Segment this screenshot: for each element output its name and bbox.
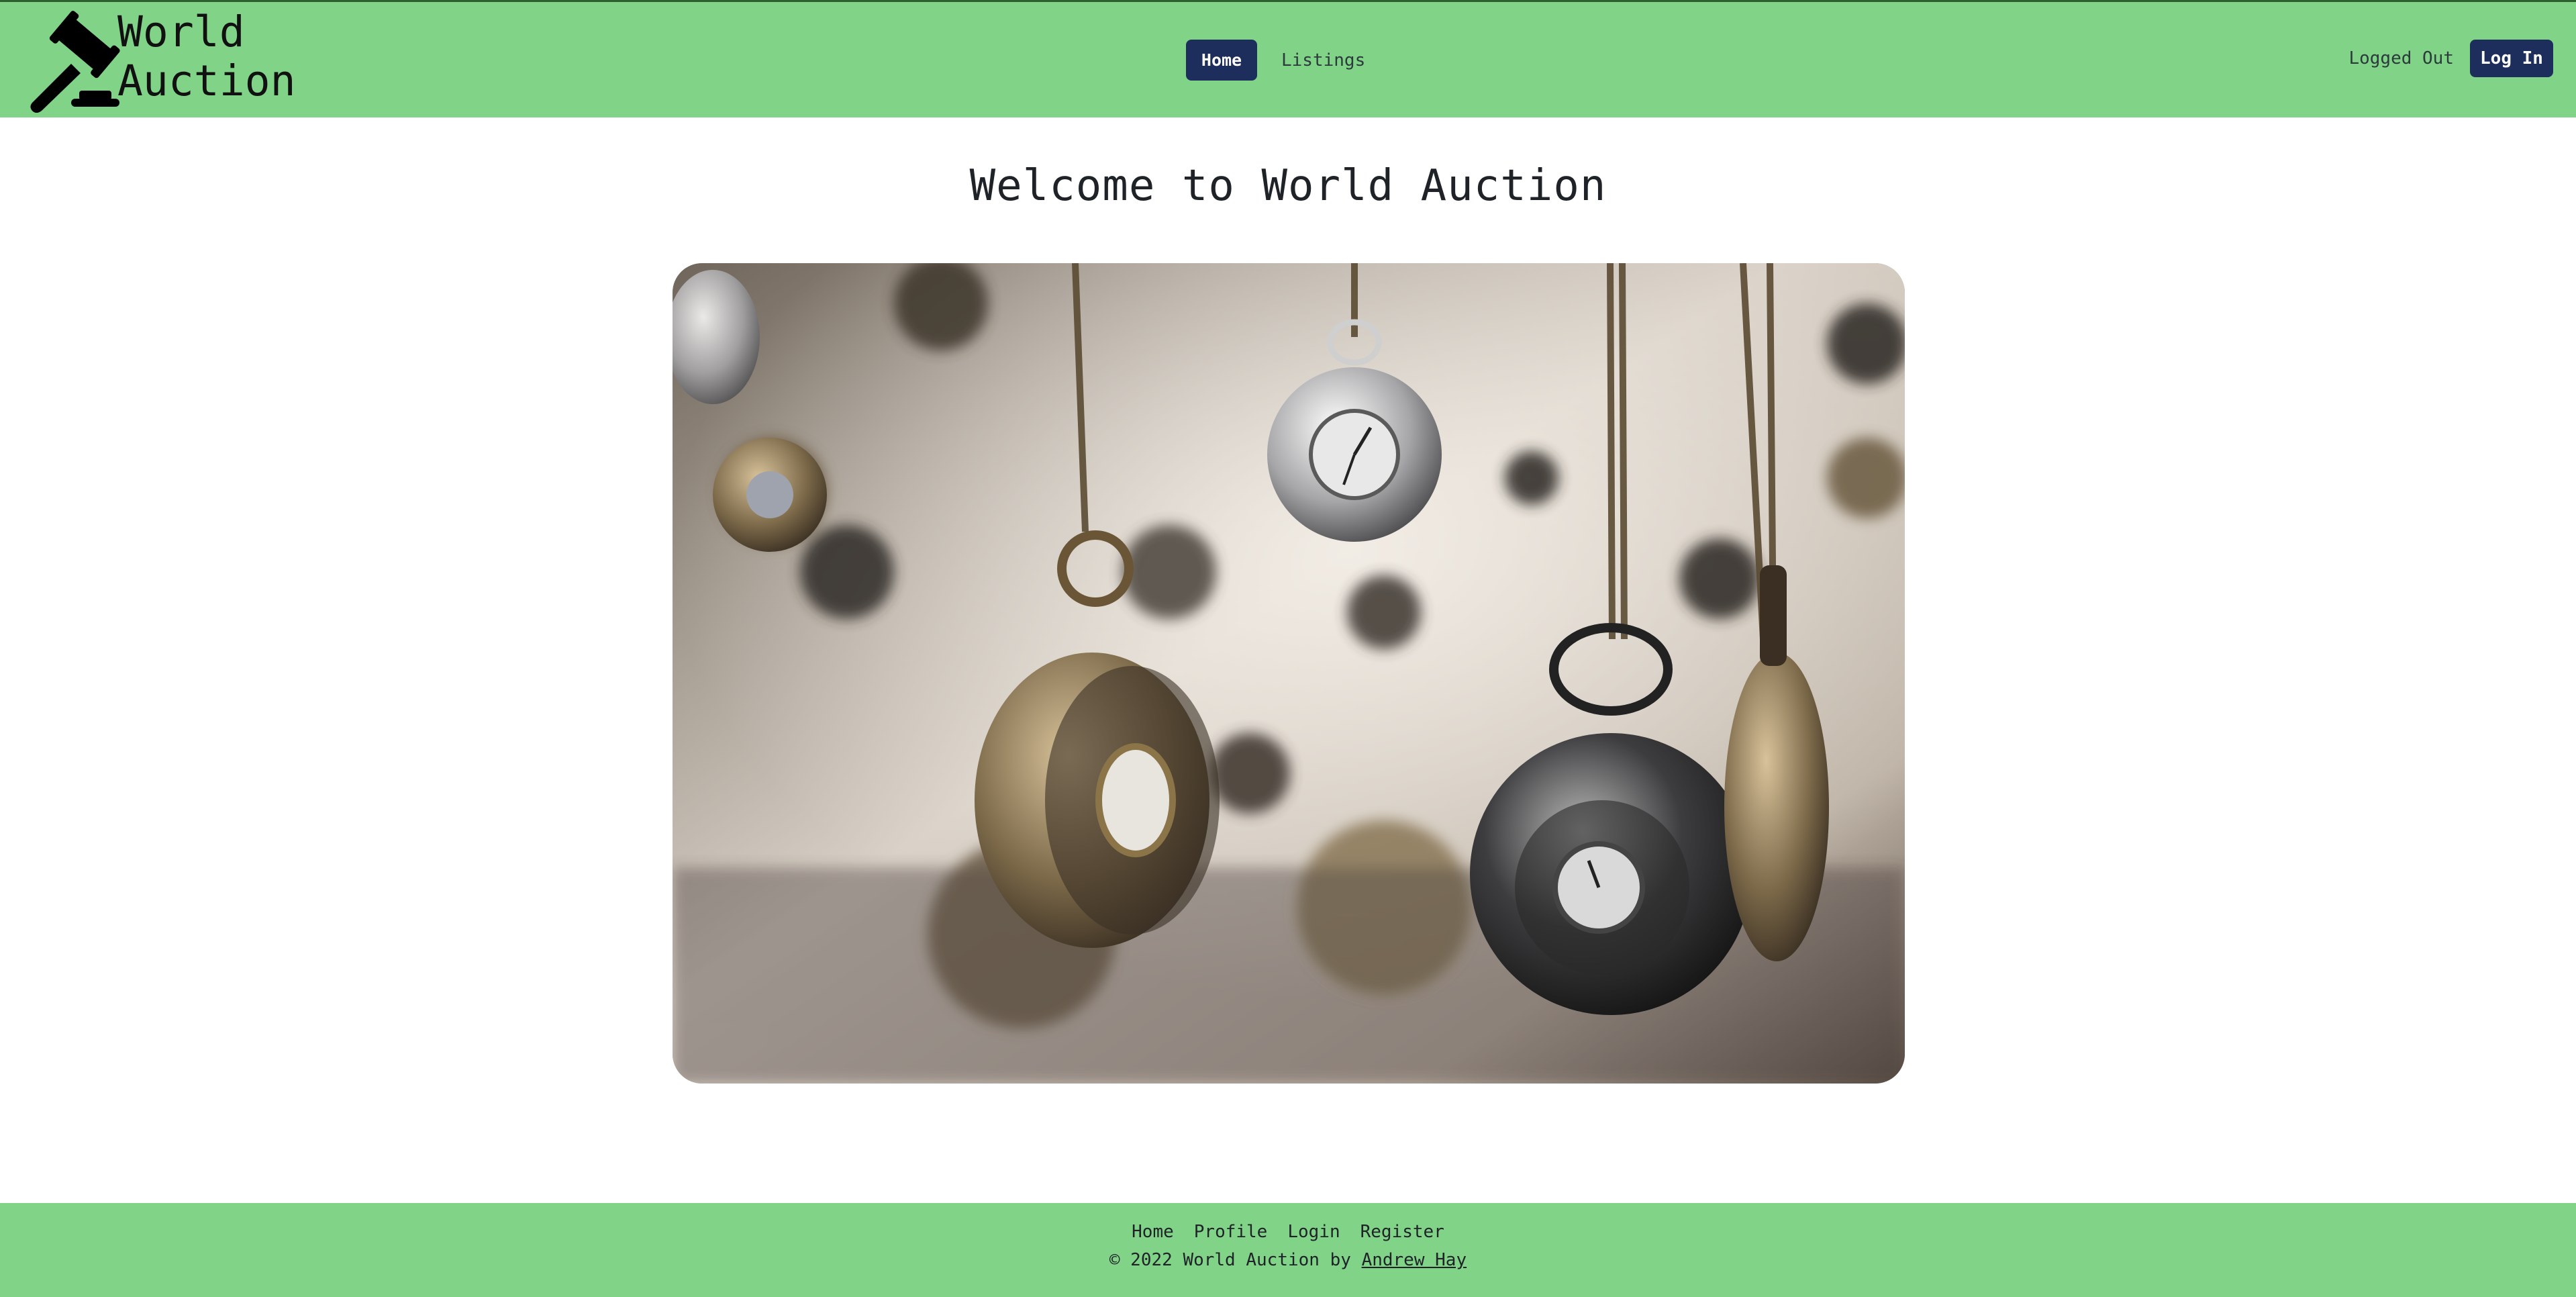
footer: Home Profile Login Register © 2022 World… [0,1203,2576,1297]
copyright-text: © 2022 World Auction by [1109,1250,1362,1270]
auth-area: Logged Out Log In [2348,40,2553,77]
main-nav: Home Listings [1186,40,1375,81]
nav-listings-link[interactable]: Listings [1272,40,1375,81]
gavel-icon [30,11,120,113]
footer-link-login[interactable]: Login [1286,1219,1341,1245]
pocket-watches-photo [673,263,1905,1084]
footer-link-home[interactable]: Home [1130,1219,1175,1245]
page-title: Welcome to World Auction [969,161,1607,211]
login-button[interactable]: Log In [2470,40,2553,77]
brand-logo-link[interactable] [19,9,123,116]
nav-home-button[interactable]: Home [1186,40,1257,81]
login-status-text: Logged Out [2348,48,2454,68]
copyright: © 2022 World Auction by Andrew Hay [0,1250,2576,1270]
author-link[interactable]: Andrew Hay [1362,1250,1467,1270]
footer-nav: Home Profile Login Register [0,1219,2576,1245]
footer-link-register[interactable]: Register [1359,1219,1446,1245]
brand-title[interactable]: World Auction [117,7,332,105]
footer-link-profile[interactable]: Profile [1193,1219,1269,1245]
hero-image [673,263,1905,1084]
navbar: World Auction Home Listings Logged Out L… [0,2,2576,117]
